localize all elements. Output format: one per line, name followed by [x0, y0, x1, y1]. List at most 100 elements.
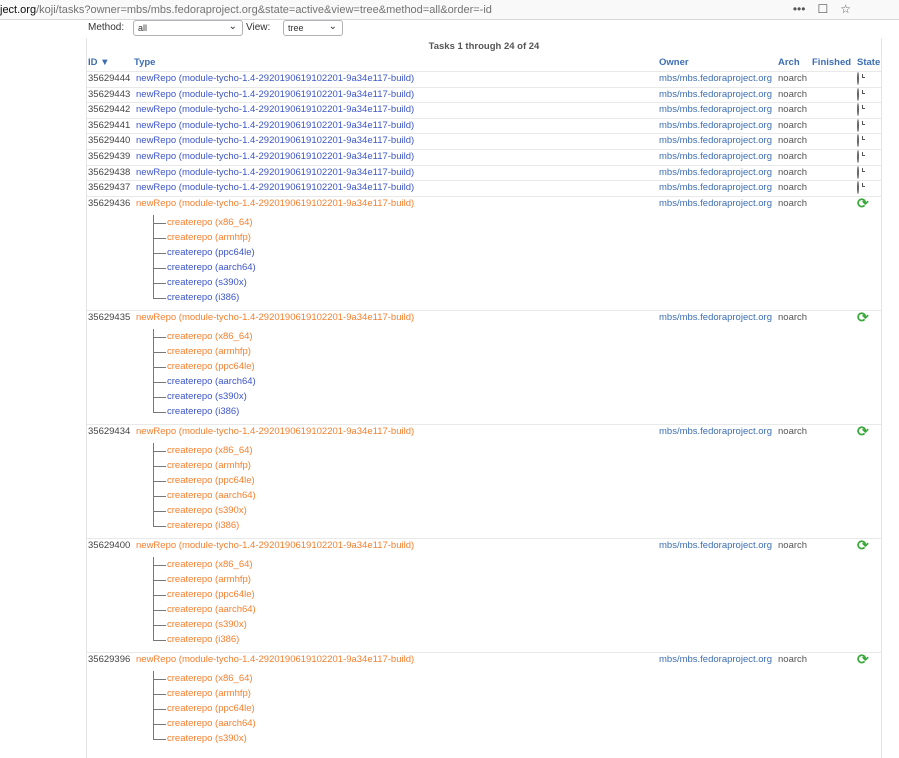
task-type-link[interactable]: newRepo (module-tycho-1.4-29201906191022… — [136, 120, 414, 131]
task-arch: noarch — [778, 166, 808, 178]
task-type-link[interactable]: newRepo (module-tycho-1.4-29201906191022… — [136, 198, 414, 209]
method-label: Method: — [88, 22, 125, 33]
task-owner-link[interactable]: mbs/mbs.fedoraproject.org — [659, 426, 772, 437]
header-owner[interactable]: Owner — [659, 57, 689, 68]
task-type-link[interactable]: newRepo (module-tycho-1.4-29201906191022… — [136, 73, 414, 84]
pocket-icon[interactable]: ☐ — [817, 2, 828, 16]
task-id: 35629437 — [88, 182, 131, 194]
subtask-link[interactable]: createrepo (ppc64le) — [167, 361, 255, 372]
task-id: 35629438 — [88, 166, 131, 178]
subtask-link[interactable]: createrepo (armhfp) — [167, 574, 251, 585]
refresh-icon: ⟳ — [857, 650, 869, 667]
subtask-link[interactable]: createrepo (i386) — [167, 634, 239, 645]
task-owner-link[interactable]: mbs/mbs.fedoraproject.org — [659, 151, 772, 162]
subtask-link[interactable]: createrepo (aarch64) — [167, 604, 256, 615]
task-type-link[interactable]: newRepo (module-tycho-1.4-29201906191022… — [136, 89, 414, 100]
subtask-link[interactable]: createrepo (armhfp) — [167, 232, 251, 243]
task-id: 35629439 — [88, 151, 131, 162]
view-select[interactable]: tree ⌄ — [283, 20, 343, 36]
subtask-link[interactable]: createrepo (s390x) — [167, 733, 247, 744]
subtask-link[interactable]: createrepo (aarch64) — [167, 490, 256, 501]
task-type-link[interactable]: newRepo (module-tycho-1.4-29201906191022… — [136, 426, 414, 437]
subtask-link[interactable]: createrepo (x86_64) — [167, 331, 253, 342]
table-row: 35629436 newRepo (module-tycho-1.4-292019… — [87, 194, 881, 213]
task-owner-link[interactable]: mbs/mbs.fedoraproject.org — [659, 198, 772, 209]
tree-connector — [153, 556, 154, 640]
subtask-link[interactable]: createrepo (ppc64le) — [167, 589, 255, 600]
tree-connector — [153, 450, 166, 452]
clock-icon — [857, 181, 859, 195]
subtask-link[interactable]: createrepo (x86_64) — [167, 673, 253, 684]
task-owner-link[interactable]: mbs/mbs.fedoraproject.org — [659, 120, 772, 131]
subtask-link[interactable]: createrepo (ppc64le) — [167, 703, 255, 714]
task-type-link[interactable]: newRepo (module-tycho-1.4-29201906191022… — [136, 135, 414, 146]
header-state[interactable]: State — [857, 57, 880, 68]
subtask-link[interactable]: createrepo (s390x) — [167, 277, 247, 288]
subtask-link[interactable]: createrepo (armhfp) — [167, 460, 251, 471]
ellipsis-icon[interactable]: ••• — [793, 2, 806, 16]
tree-connector — [153, 738, 166, 740]
task-type-link[interactable]: newRepo (module-tycho-1.4-29201906191022… — [136, 182, 414, 193]
subtask-link[interactable]: createrepo (x86_64) — [167, 217, 253, 228]
subtask-link[interactable]: createrepo (armhfp) — [167, 346, 251, 357]
tree-connector — [153, 442, 154, 526]
url-text[interactable]: ject.org/koji/tasks?owner=mbs/mbs.fedora… — [0, 4, 492, 16]
task-id: 35629444 — [88, 73, 131, 84]
tree-connector — [153, 237, 166, 239]
task-type-link[interactable]: newRepo (module-tycho-1.4-29201906191022… — [136, 167, 414, 178]
tree-connector — [153, 480, 166, 482]
subtask-link[interactable]: createrepo (s390x) — [167, 391, 247, 402]
method-select[interactable]: all ⌄ — [133, 20, 243, 36]
task-owner-link[interactable]: mbs/mbs.fedoraproject.org — [659, 540, 772, 551]
tree-connector — [153, 624, 166, 626]
task-owner-link[interactable]: mbs/mbs.fedoraproject.org — [659, 312, 772, 323]
task-owner-link[interactable]: mbs/mbs.fedoraproject.org — [659, 167, 772, 178]
subtask-link[interactable]: createrepo (s390x) — [167, 505, 247, 516]
header-type[interactable]: Type — [134, 57, 155, 68]
refresh-icon: ⟳ — [857, 422, 869, 439]
subtask-link[interactable]: createrepo (x86_64) — [167, 559, 253, 570]
subtask-link[interactable]: createrepo (i386) — [167, 292, 239, 303]
subtask-link[interactable]: createrepo (x86_64) — [167, 445, 253, 456]
subtask-link[interactable]: createrepo (aarch64) — [167, 376, 256, 387]
task-id: 35629396 — [88, 653, 131, 665]
task-owner-link[interactable]: mbs/mbs.fedoraproject.org — [659, 654, 772, 665]
tree-connector — [153, 670, 154, 739]
task-id: 35629436 — [88, 197, 131, 209]
subtask-link[interactable]: createrepo (ppc64le) — [167, 475, 255, 486]
clock-icon — [857, 72, 859, 85]
tree-connector — [153, 510, 166, 512]
star-icon[interactable]: ☆ — [840, 2, 851, 16]
header-arch[interactable]: Arch — [778, 57, 800, 68]
task-owner-link[interactable]: mbs/mbs.fedoraproject.org — [659, 135, 772, 146]
clock-icon — [857, 103, 859, 117]
tree-connector — [153, 396, 166, 398]
task-type-link[interactable]: newRepo (module-tycho-1.4-29201906191022… — [136, 654, 414, 665]
task-owner-link[interactable]: mbs/mbs.fedoraproject.org — [659, 89, 772, 100]
task-id: 35629440 — [88, 135, 131, 147]
tree-connector — [153, 351, 166, 353]
subtask-link[interactable]: createrepo (i386) — [167, 520, 239, 531]
task-owner-link[interactable]: mbs/mbs.fedoraproject.org — [659, 73, 772, 84]
subtask-link[interactable]: createrepo (armhfp) — [167, 688, 251, 699]
subtask-link[interactable]: createrepo (aarch64) — [167, 262, 256, 273]
task-id: 35629435 — [88, 311, 131, 323]
tree-connector — [153, 252, 166, 254]
task-type-link[interactable]: newRepo (module-tycho-1.4-29201906191022… — [136, 540, 414, 551]
subtask-link[interactable]: createrepo (s390x) — [167, 619, 247, 630]
task-type-link[interactable]: newRepo (module-tycho-1.4-29201906191022… — [136, 312, 414, 323]
subtask-link[interactable]: createrepo (ppc64le) — [167, 247, 255, 258]
subtask-link[interactable]: createrepo (aarch64) — [167, 718, 256, 729]
refresh-icon: ⟳ — [857, 194, 869, 211]
header-finished[interactable]: Finished — [812, 57, 851, 68]
task-type-link[interactable]: newRepo (module-tycho-1.4-29201906191022… — [136, 104, 414, 115]
task-owner-link[interactable]: mbs/mbs.fedoraproject.org — [659, 104, 772, 115]
task-type-link[interactable]: newRepo (module-tycho-1.4-29201906191022… — [136, 151, 414, 162]
task-id: 35629400 — [88, 539, 131, 551]
tree-connector — [153, 222, 166, 224]
browser-url-bar[interactable]: ject.org/koji/tasks?owner=mbs/mbs.fedora… — [0, 0, 899, 20]
task-owner-link[interactable]: mbs/mbs.fedoraproject.org — [659, 182, 772, 193]
subtask-link[interactable]: createrepo (i386) — [167, 406, 239, 417]
tree-connector — [153, 214, 154, 298]
header-id[interactable]: ID ▼ — [88, 57, 110, 68]
